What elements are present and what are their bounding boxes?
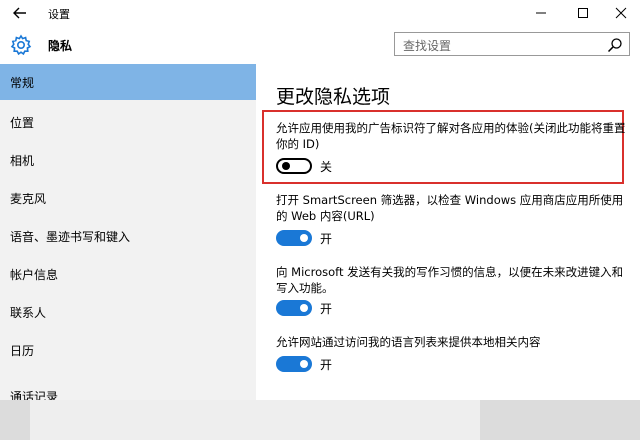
sidebar-item-camera[interactable]: 相机 (0, 142, 256, 178)
sidebar-item-label: 语音、墨迹书写和键入 (10, 229, 131, 244)
bottom-edge (0, 400, 640, 440)
maximize-button[interactable] (562, 0, 604, 26)
window-title: 设置 (48, 8, 70, 21)
maximize-icon (578, 8, 588, 18)
sidebar-item-general[interactable]: 常规 (0, 64, 256, 100)
section-title: 更改隐私选项 (276, 86, 391, 108)
sidebar-item-label: 日历 (10, 343, 35, 358)
sidebar-item-label: 常规 (10, 75, 35, 90)
sidebar-item-label: 相机 (10, 153, 35, 168)
minimize-icon (536, 12, 546, 14)
toggle-knob (282, 162, 290, 170)
sidebar-item-label: 帐户信息 (10, 267, 59, 282)
bottom-edge-mid (30, 400, 480, 440)
sidebar-item-call-history[interactable]: 通话记录 (0, 370, 256, 400)
gear-icon (10, 34, 32, 56)
writing-habits-toggle[interactable] (276, 300, 312, 316)
sidebar-item-label: 麦克风 (10, 191, 47, 206)
minimize-button[interactable] (520, 0, 562, 26)
sidebar-item-location[interactable]: 位置 (0, 104, 256, 140)
smartscreen-state: 开 (320, 232, 333, 246)
toggle-knob (300, 360, 308, 368)
sidebar-item-calendar[interactable]: 日历 (0, 332, 256, 368)
search-icon[interactable] (607, 37, 623, 53)
writing-habits-state: 开 (320, 302, 333, 316)
language-list-toggle[interactable] (276, 356, 312, 372)
toggle-knob (300, 234, 308, 242)
sidebar-item-contacts[interactable]: 联系人 (0, 294, 256, 330)
language-list-state: 开 (320, 358, 333, 372)
sidebar-item-label: 位置 (10, 115, 35, 130)
setting-writing-habits-text: 向 Microsoft 发送有关我的写作习惯的信息，以便在未来改进键入和写入功能… (276, 265, 624, 295)
advertising-id-state: 关 (320, 160, 333, 174)
sidebar-item-speech-inking-typing[interactable]: 语音、墨迹书写和键入 (0, 218, 256, 254)
smartscreen-toggle[interactable] (276, 230, 312, 246)
setting-language-list-text: 允许网站通过访问我的语言列表来提供本地相关内容 (276, 335, 541, 349)
main-panel: 更改隐私选项 允许应用使用我的广告标识符了解对各应用的体验(关闭此功能将重置你的… (256, 64, 640, 400)
sidebar-item-account-info[interactable]: 帐户信息 (0, 256, 256, 292)
back-arrow-icon (13, 7, 26, 19)
page-title: 隐私 (48, 39, 73, 53)
sidebar-item-label: 通话记录 (10, 390, 59, 400)
setting-smartscreen-text: 打开 SmartScreen 筛选器，以检查 Windows 应用商店应用所使用… (276, 193, 624, 223)
sidebar: 常规 位置 相机 麦克风 语音、墨迹书写和键入 帐户信息 联系人 日历 通话记录 (0, 64, 256, 400)
search-input[interactable]: 查找设置 (394, 32, 630, 56)
setting-advertising-id-text: 允许应用使用我的广告标识符了解对各应用的体验(关闭此功能将重置你的 ID) (276, 121, 626, 151)
advertising-id-toggle[interactable] (276, 158, 312, 174)
close-button[interactable] (600, 0, 640, 26)
sidebar-item-microphone[interactable]: 麦克风 (0, 180, 256, 216)
back-button[interactable] (10, 4, 30, 22)
search-placeholder: 查找设置 (403, 39, 452, 53)
close-icon (615, 7, 627, 19)
toggle-knob (300, 304, 308, 312)
sidebar-item-label: 联系人 (10, 305, 47, 320)
title-bar: 设置 (0, 0, 640, 26)
